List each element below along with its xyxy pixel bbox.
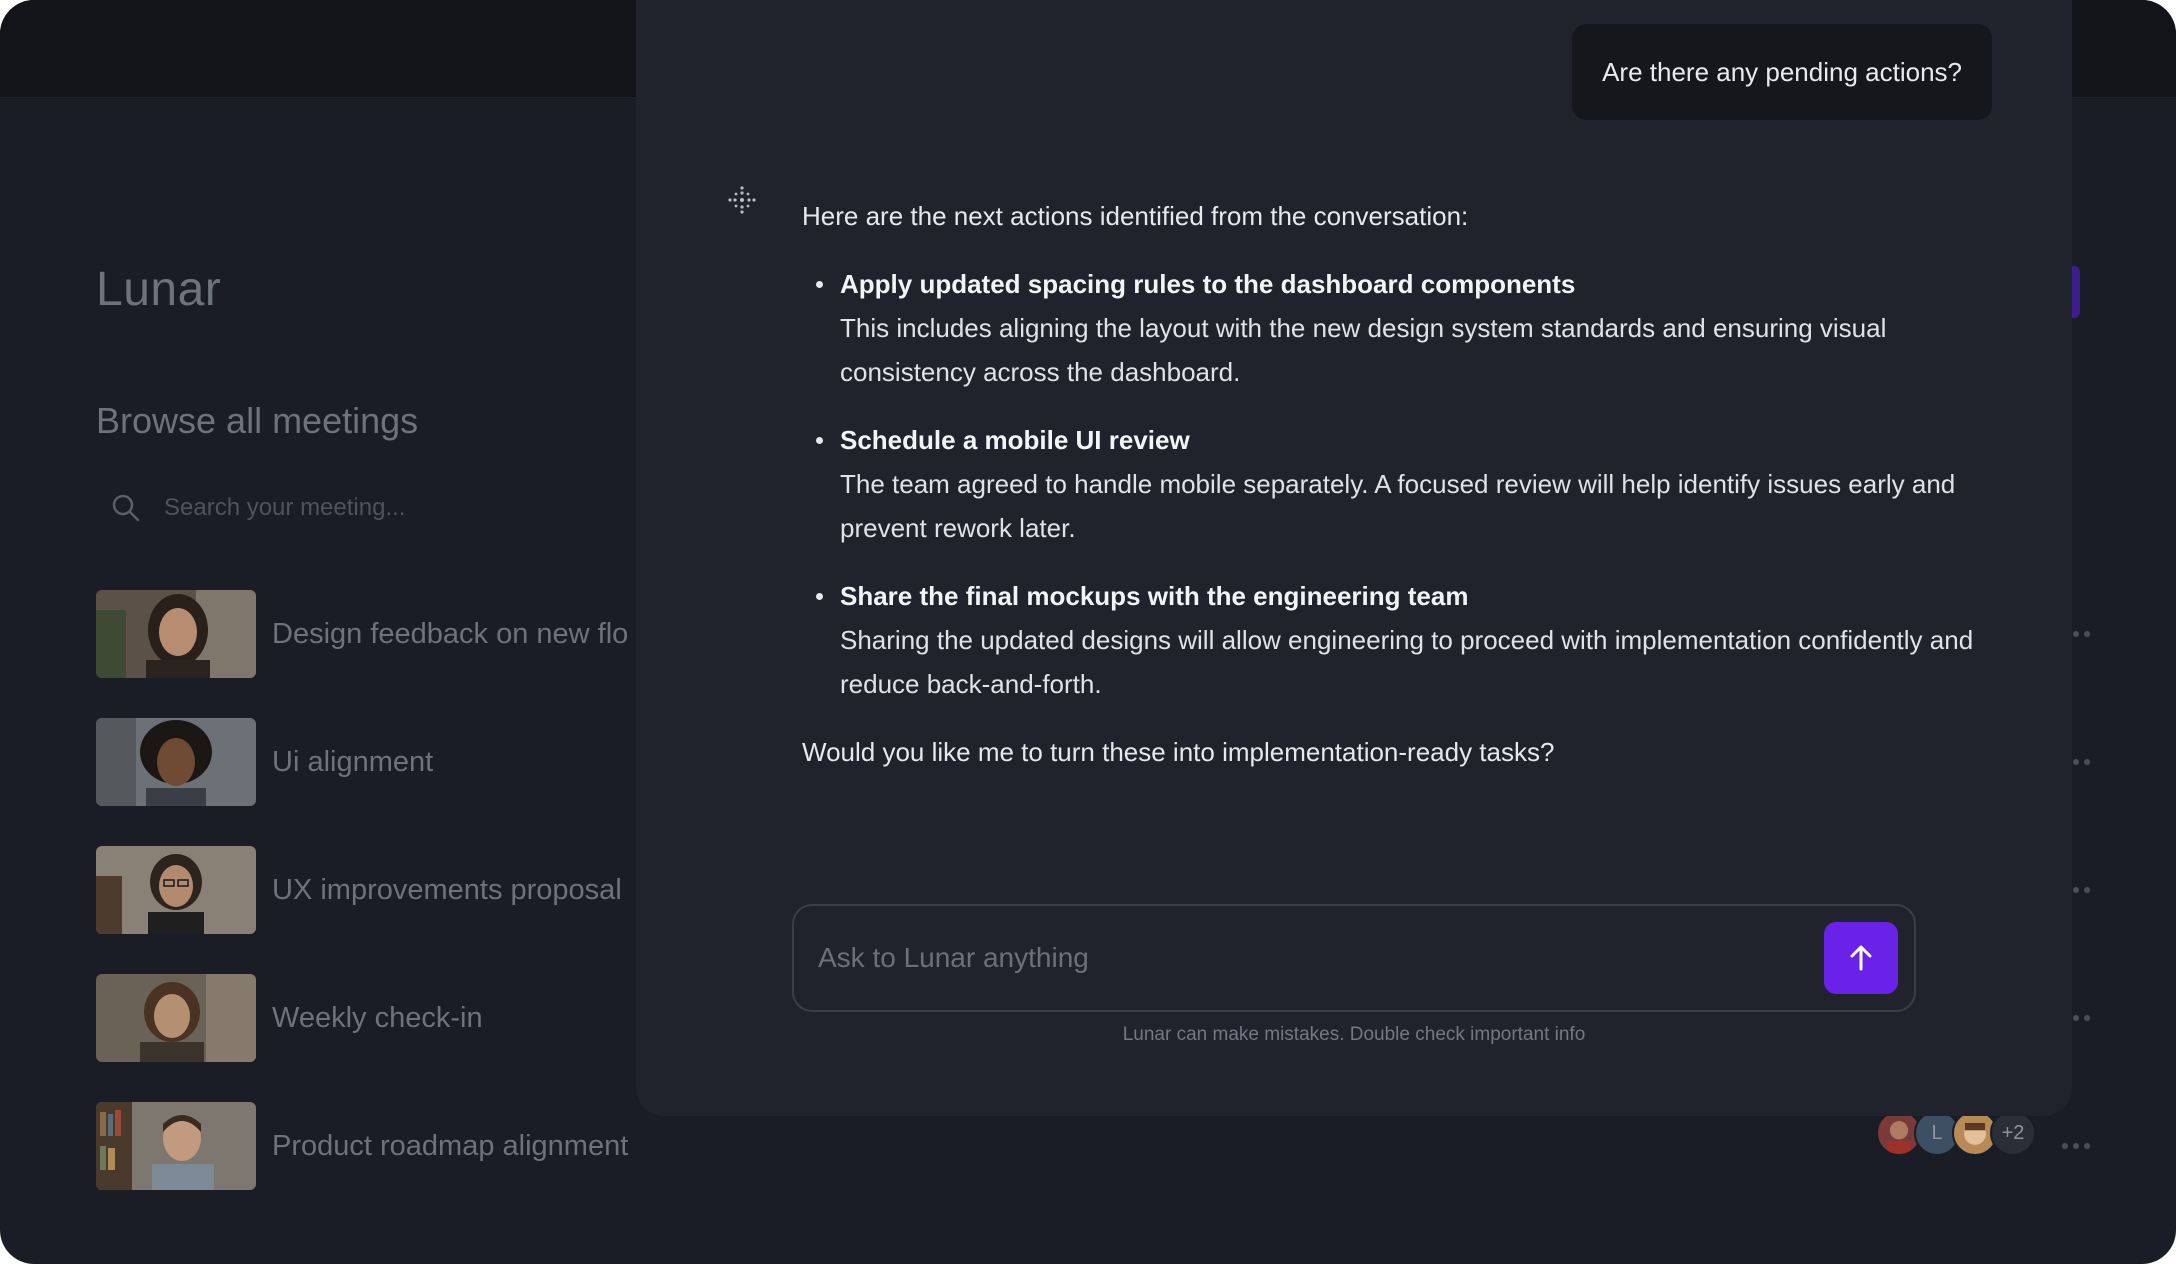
action-title: Schedule a mobile UI review bbox=[840, 425, 1190, 455]
participants-avatars[interactable]: L +2 bbox=[1876, 1110, 2036, 1158]
assistant-message: Here are the next actions identified fro… bbox=[802, 194, 2002, 774]
meeting-title: UX improvements proposal bbox=[272, 874, 622, 906]
browse-meetings-title: Browse all meetings bbox=[96, 400, 419, 441]
user-message-bubble: Are there any pending actions? bbox=[1572, 24, 1992, 120]
man-bookshelf-thumbnail-icon bbox=[96, 1102, 256, 1190]
meeting-title: Product roadmap alignment bbox=[272, 1130, 629, 1162]
meeting-title: Weekly check-in bbox=[272, 1002, 483, 1034]
chat-input[interactable]: Ask to Lunar anything bbox=[818, 906, 1778, 1010]
app-window: Lunar Browse all meetings Search your me… bbox=[0, 0, 2176, 1264]
meeting-title: Ui alignment bbox=[272, 746, 434, 778]
meeting-thumbnail bbox=[96, 718, 256, 806]
action-title: Apply updated spacing rules to the dashb… bbox=[840, 269, 1576, 299]
disclaimer-text: Lunar can make mistakes. Double check im… bbox=[1122, 1024, 1586, 1045]
assistant-intro: Here are the next actions identified fro… bbox=[802, 201, 1469, 231]
bullet bbox=[816, 281, 823, 288]
action-title: Share the final mockups with the enginee… bbox=[840, 581, 1469, 611]
woman-smiling-thumbnail-icon bbox=[96, 590, 256, 678]
send-button[interactable] bbox=[1824, 922, 1898, 994]
bullet bbox=[816, 593, 823, 600]
chat-composer[interactable]: Ask to Lunar anything bbox=[792, 904, 1916, 1012]
chat-panel: Are there any pending actions? Here are … bbox=[636, 0, 2072, 1116]
meeting-thumbnail bbox=[96, 1102, 256, 1190]
action-item: Share the final mockups with the enginee… bbox=[802, 574, 2002, 706]
action-description: The team agreed to handle mobile separat… bbox=[840, 469, 1956, 543]
search-icon bbox=[112, 494, 140, 522]
man-long-hair-thumbnail-icon bbox=[96, 974, 256, 1062]
woman-curly-hair-thumbnail-icon bbox=[96, 718, 256, 806]
action-description: This includes aligning the layout with t… bbox=[840, 313, 1887, 387]
meeting-thumbnail bbox=[96, 846, 256, 934]
woman-glasses-thumbnail-icon bbox=[96, 846, 256, 934]
action-item: Schedule a mobile UI review The team agr… bbox=[802, 418, 2002, 550]
meeting-search[interactable]: Search your meeting... bbox=[110, 490, 610, 526]
meeting-thumbnail bbox=[96, 590, 256, 678]
bullet bbox=[816, 437, 823, 444]
assistant-sparkle-icon bbox=[728, 186, 756, 214]
action-item: Apply updated spacing rules to the dashb… bbox=[802, 262, 2002, 394]
more-options-icon[interactable] bbox=[2056, 1126, 2096, 1166]
assistant-outro: Would you like me to turn these into imp… bbox=[802, 737, 1555, 767]
app-title: Lunar bbox=[96, 263, 222, 316]
avatar-overflow-count: +2 bbox=[1990, 1110, 2036, 1156]
meeting-thumbnail bbox=[96, 974, 256, 1062]
meeting-title: Design feedback on new flo bbox=[272, 618, 629, 650]
search-input[interactable]: Search your meeting... bbox=[164, 494, 405, 522]
arrow-up-icon bbox=[1850, 945, 1872, 971]
action-description: Sharing the updated designs will allow e… bbox=[840, 625, 1974, 699]
